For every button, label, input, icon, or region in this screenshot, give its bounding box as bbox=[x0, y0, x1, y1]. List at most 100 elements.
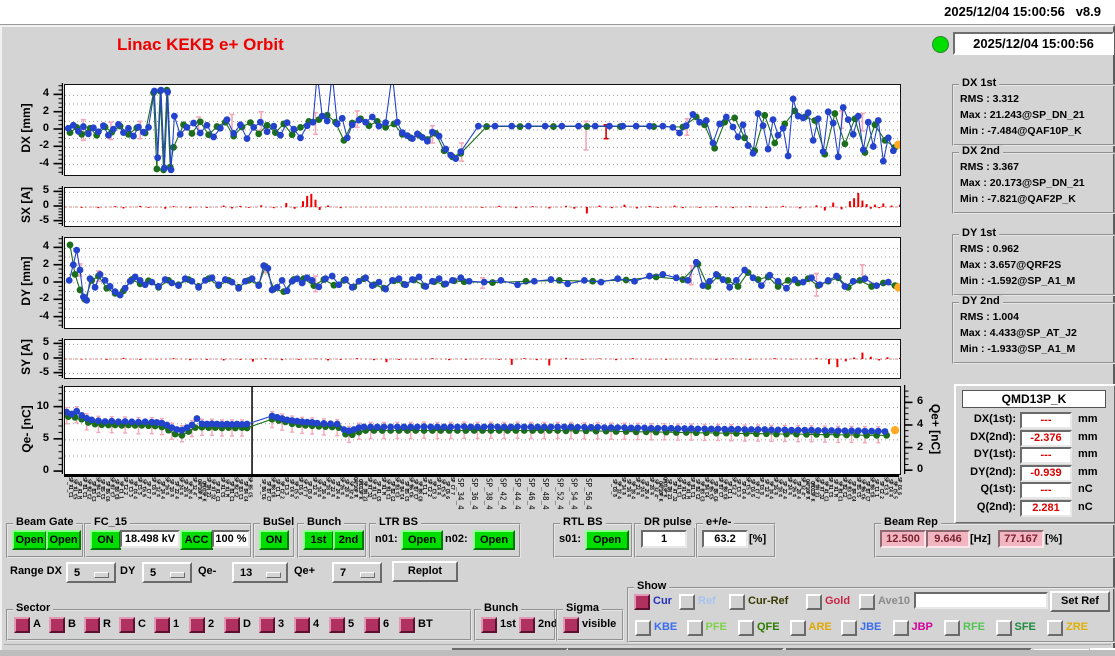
show-rfe-checkbox[interactable] bbox=[944, 620, 960, 636]
beam-gate-group: Beam Gate Open Open bbox=[6, 516, 84, 558]
rtl-s01-open-button[interactable]: Open bbox=[585, 530, 629, 550]
dr-pulse-group-title: DR pulse bbox=[641, 516, 695, 528]
range-select-3[interactable]: 7 bbox=[332, 562, 382, 583]
dr-pulse-group: DR pulse 1 bbox=[634, 516, 696, 558]
fc15-group: FC_15 ON 18.498 kV ACC 100 % bbox=[84, 516, 252, 558]
stats-dx-2nd: DX 2nd RMS : 3.367 Max : 20.173@SP_DN_21 Mi… bbox=[952, 145, 1115, 214]
sector-1-checkbox[interactable] bbox=[154, 617, 170, 633]
show-jbe-label: JBE bbox=[860, 621, 882, 633]
sector-d-checkbox[interactable] bbox=[224, 617, 240, 633]
beam-gate-open-1-button[interactable]: Open bbox=[12, 530, 47, 550]
bunch-select-2nd-checkbox[interactable] bbox=[519, 617, 535, 633]
sector-group-title: Sector bbox=[13, 602, 54, 614]
show-jbp-checkbox[interactable] bbox=[892, 620, 909, 636]
option-menu-bar-icon bbox=[360, 572, 375, 578]
sector-2-checkbox[interactable] bbox=[189, 617, 205, 633]
beam-gate-group-title: Beam Gate bbox=[13, 516, 77, 528]
sector-4-checkbox[interactable] bbox=[294, 617, 310, 633]
stats-row: Min : -1.592@SP_A1_M bbox=[960, 275, 1076, 287]
sector-bt-checkbox[interactable] bbox=[399, 617, 415, 633]
sector-5-checkbox[interactable] bbox=[329, 617, 345, 633]
show-gold-checkbox[interactable] bbox=[806, 594, 822, 610]
bpm-label: SP_56_4 bbox=[583, 478, 593, 510]
show-kbe-label: KBE bbox=[654, 621, 678, 633]
fc15-on-button[interactable]: ON bbox=[90, 530, 121, 550]
show-qfe-checkbox[interactable] bbox=[738, 620, 754, 636]
range-label-3: Qe+ bbox=[294, 565, 316, 577]
range-select-2[interactable]: 13 bbox=[232, 562, 288, 583]
range-select-1[interactable]: 5 bbox=[142, 562, 192, 583]
selected-bpm-name[interactable]: QMD13P_K bbox=[962, 390, 1106, 408]
main-panel: Linac KEKB e+ Orbit 2025/12/04 15:00:56 … bbox=[0, 25, 1115, 656]
show-jbe-checkbox[interactable] bbox=[841, 620, 857, 636]
option-menu-bar-icon bbox=[94, 572, 109, 578]
show-kbe-checkbox[interactable] bbox=[635, 620, 651, 636]
sigma-visible-checkbox[interactable] bbox=[563, 617, 579, 633]
sigma-group-title: Sigma bbox=[563, 602, 603, 614]
bunch-2nd-button[interactable]: 2nd bbox=[333, 530, 364, 550]
sector-r-label: R bbox=[103, 618, 111, 630]
option-menu-bar-icon bbox=[170, 572, 185, 578]
ltr-n01-open-button[interactable]: Open bbox=[401, 530, 443, 550]
sector-4-label: 4 bbox=[313, 618, 320, 630]
qmd-row-unit: nC bbox=[1078, 483, 1093, 496]
range-select-0-value: 5 bbox=[74, 567, 81, 579]
rtl-bs-group: RTL BS s01: Open bbox=[553, 516, 633, 558]
stats-row: RMS : 0.962 bbox=[960, 243, 1019, 255]
range-select-1-value: 5 bbox=[150, 567, 157, 579]
bunch-1st-button[interactable]: 1st bbox=[303, 530, 334, 550]
sector-3-checkbox[interactable] bbox=[259, 617, 275, 633]
qmd-row-value: --- bbox=[1020, 447, 1072, 465]
bottom-strip bbox=[0, 650, 1115, 656]
stats-row: RMS : 3.367 bbox=[960, 161, 1019, 173]
range-select-2-value: 13 bbox=[240, 567, 253, 579]
range-row: Range DX 5 DY 5 Qe- 13 Qe+ 7 Replot bbox=[2, 561, 1113, 583]
bpm-label: SP_C6_6 bbox=[896, 477, 903, 495]
sector-a-label: A bbox=[33, 618, 41, 630]
show-sfe-checkbox[interactable] bbox=[995, 620, 1012, 636]
busel-on-button[interactable]: ON bbox=[259, 530, 289, 550]
show-are-checkbox[interactable] bbox=[789, 620, 806, 636]
sector-c-checkbox[interactable] bbox=[119, 617, 135, 633]
stats-row: Min : -1.933@SP_A1_M bbox=[960, 343, 1076, 355]
beam-controls-row: Beam Gate Open Open FC_15 ON 18.498 kV ACC 100 … bbox=[2, 516, 1115, 562]
sector-b-checkbox[interactable] bbox=[49, 617, 65, 633]
replot-button[interactable]: Replot bbox=[392, 561, 458, 582]
beam-gate-open-2-button[interactable]: Open bbox=[46, 530, 81, 550]
show-cur-checkbox[interactable] bbox=[634, 594, 650, 610]
show-qfe-label: QFE bbox=[757, 621, 780, 633]
range-select-0[interactable]: 5 bbox=[66, 562, 116, 583]
sigma-visible-label: visible bbox=[582, 618, 617, 630]
beam-rep-group: Beam Rep 12.500 9.646 [Hz] 77.167 [%] bbox=[874, 516, 1115, 558]
bpm-label: SP_46_4 bbox=[527, 478, 536, 510]
dr-pulse-value: 1 bbox=[641, 530, 687, 548]
show-pfe-checkbox[interactable] bbox=[686, 620, 703, 636]
e-ratio-group: e+/e- 63.2 [%] bbox=[696, 516, 776, 558]
fc15-acc-button[interactable]: ACC bbox=[180, 530, 213, 550]
sector-6-checkbox[interactable] bbox=[364, 617, 380, 633]
sector-c-label: C bbox=[138, 618, 146, 630]
ltr-n02-open-button[interactable]: Open bbox=[473, 530, 515, 550]
range-label-2: Qe- bbox=[198, 565, 217, 577]
qmd-row-label: DY(2nd): bbox=[970, 465, 1016, 478]
ylabel-qe: Qe- [nC] bbox=[19, 404, 33, 453]
titlebar-clock: 2025/12/04 15:00:56 bbox=[944, 4, 1065, 19]
qmd-row-label: DX(2nd): bbox=[970, 430, 1016, 443]
set-ref-button[interactable]: Set Ref bbox=[1050, 591, 1110, 612]
sector-b-label: B bbox=[68, 618, 76, 630]
qmd-row-label: Q(1st): bbox=[980, 483, 1016, 496]
bpm-label: SP_C7_7 bbox=[448, 477, 455, 495]
application-window: 2025/12/04 15:00:56 v8.9 Linac KEKB e+ O… bbox=[0, 0, 1115, 656]
stats-row: RMS : 3.312 bbox=[960, 93, 1019, 105]
bunch-select-1st-checkbox[interactable] bbox=[481, 617, 497, 633]
stats-dx-1st: DX 1st RMS : 3.312 Max : 21.243@SP_DN_21 Mi… bbox=[952, 77, 1115, 146]
sector-r-checkbox[interactable] bbox=[84, 617, 100, 633]
show-ave10-checkbox[interactable] bbox=[859, 594, 875, 610]
show-cur-ref-checkbox[interactable] bbox=[729, 594, 745, 610]
bpm-label: SP_B5_C5 bbox=[246, 477, 253, 498]
show-ref-checkbox[interactable] bbox=[679, 594, 695, 610]
sector-a-checkbox[interactable] bbox=[14, 617, 30, 633]
selected-bpm-panel: QMD13P_K DX(1st): --- mm DX(2nd): -2.376 mm DY… bbox=[954, 384, 1115, 524]
ref-name-input[interactable] bbox=[914, 592, 1048, 609]
show-zre-checkbox[interactable] bbox=[1047, 620, 1063, 636]
